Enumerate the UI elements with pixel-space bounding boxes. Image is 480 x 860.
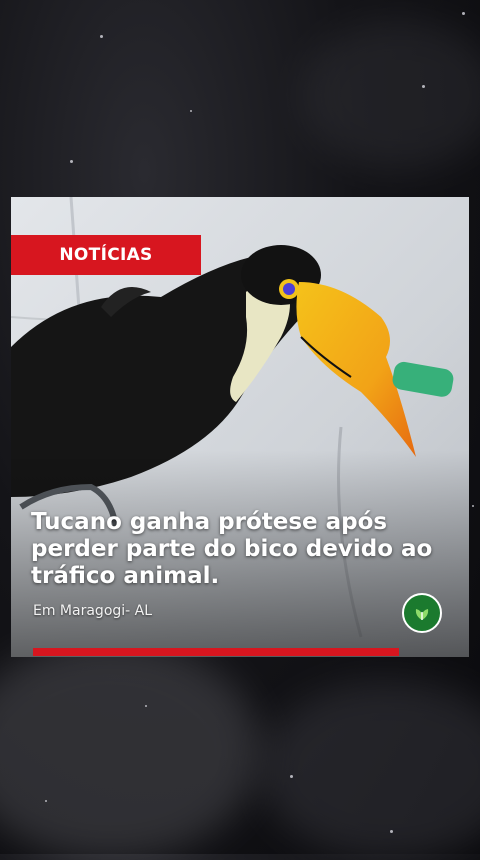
news-card[interactable]: NOTÍCIAS Tucano ganha prótese após perde… xyxy=(11,197,469,657)
headline: Tucano ganha prótese após perder parte d… xyxy=(31,509,433,589)
progress-bar xyxy=(33,648,399,656)
leaf-logo-icon[interactable] xyxy=(402,593,442,633)
news-category-badge: NOTÍCIAS xyxy=(11,235,201,275)
location-label: Em Maragogi- AL xyxy=(33,603,153,619)
